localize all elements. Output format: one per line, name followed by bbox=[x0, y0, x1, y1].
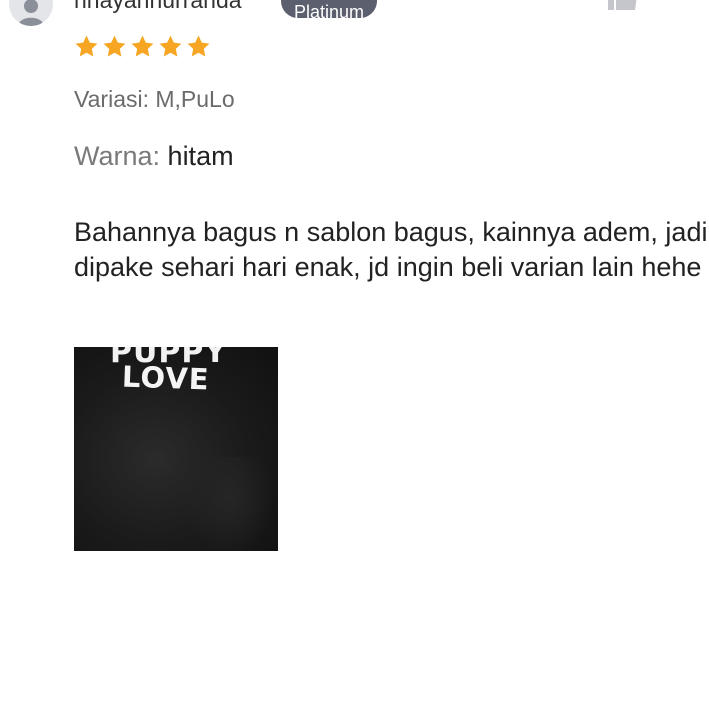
review-text: Bahannya bagus n sablon bagus, kainnya a… bbox=[74, 217, 708, 282]
membership-badge-label: Platinum bbox=[294, 2, 365, 22]
reviewer-avatar[interactable] bbox=[9, 0, 53, 26]
shirt-print-text: LOVE bbox=[121, 359, 211, 397]
fabric-shading bbox=[184, 457, 274, 551]
more-options-icon[interactable] bbox=[684, 0, 706, 8]
person-icon bbox=[18, 0, 44, 26]
review-photo[interactable]: PUPPY LOVE bbox=[74, 347, 278, 551]
star-icon bbox=[159, 35, 182, 57]
star-icon bbox=[75, 35, 98, 57]
star-icon bbox=[131, 35, 154, 57]
membership-badge: Platinum bbox=[281, 0, 378, 22]
color-attribute: Warna: hitam bbox=[74, 141, 234, 172]
thumbs-up-icon[interactable] bbox=[606, 0, 638, 17]
star-rating bbox=[74, 34, 211, 60]
reviewer-username: nnayannurranda bbox=[74, 0, 242, 13]
review-card: nnayannurranda Platinum Variasi: M,PuLo … bbox=[0, 0, 709, 709]
variant-label: Variasi: M,PuLo bbox=[74, 86, 235, 112]
color-attribute-key: Warna: bbox=[74, 141, 161, 171]
star-icon bbox=[187, 35, 210, 57]
star-icon bbox=[103, 35, 126, 57]
color-attribute-value: hitam bbox=[167, 141, 234, 171]
